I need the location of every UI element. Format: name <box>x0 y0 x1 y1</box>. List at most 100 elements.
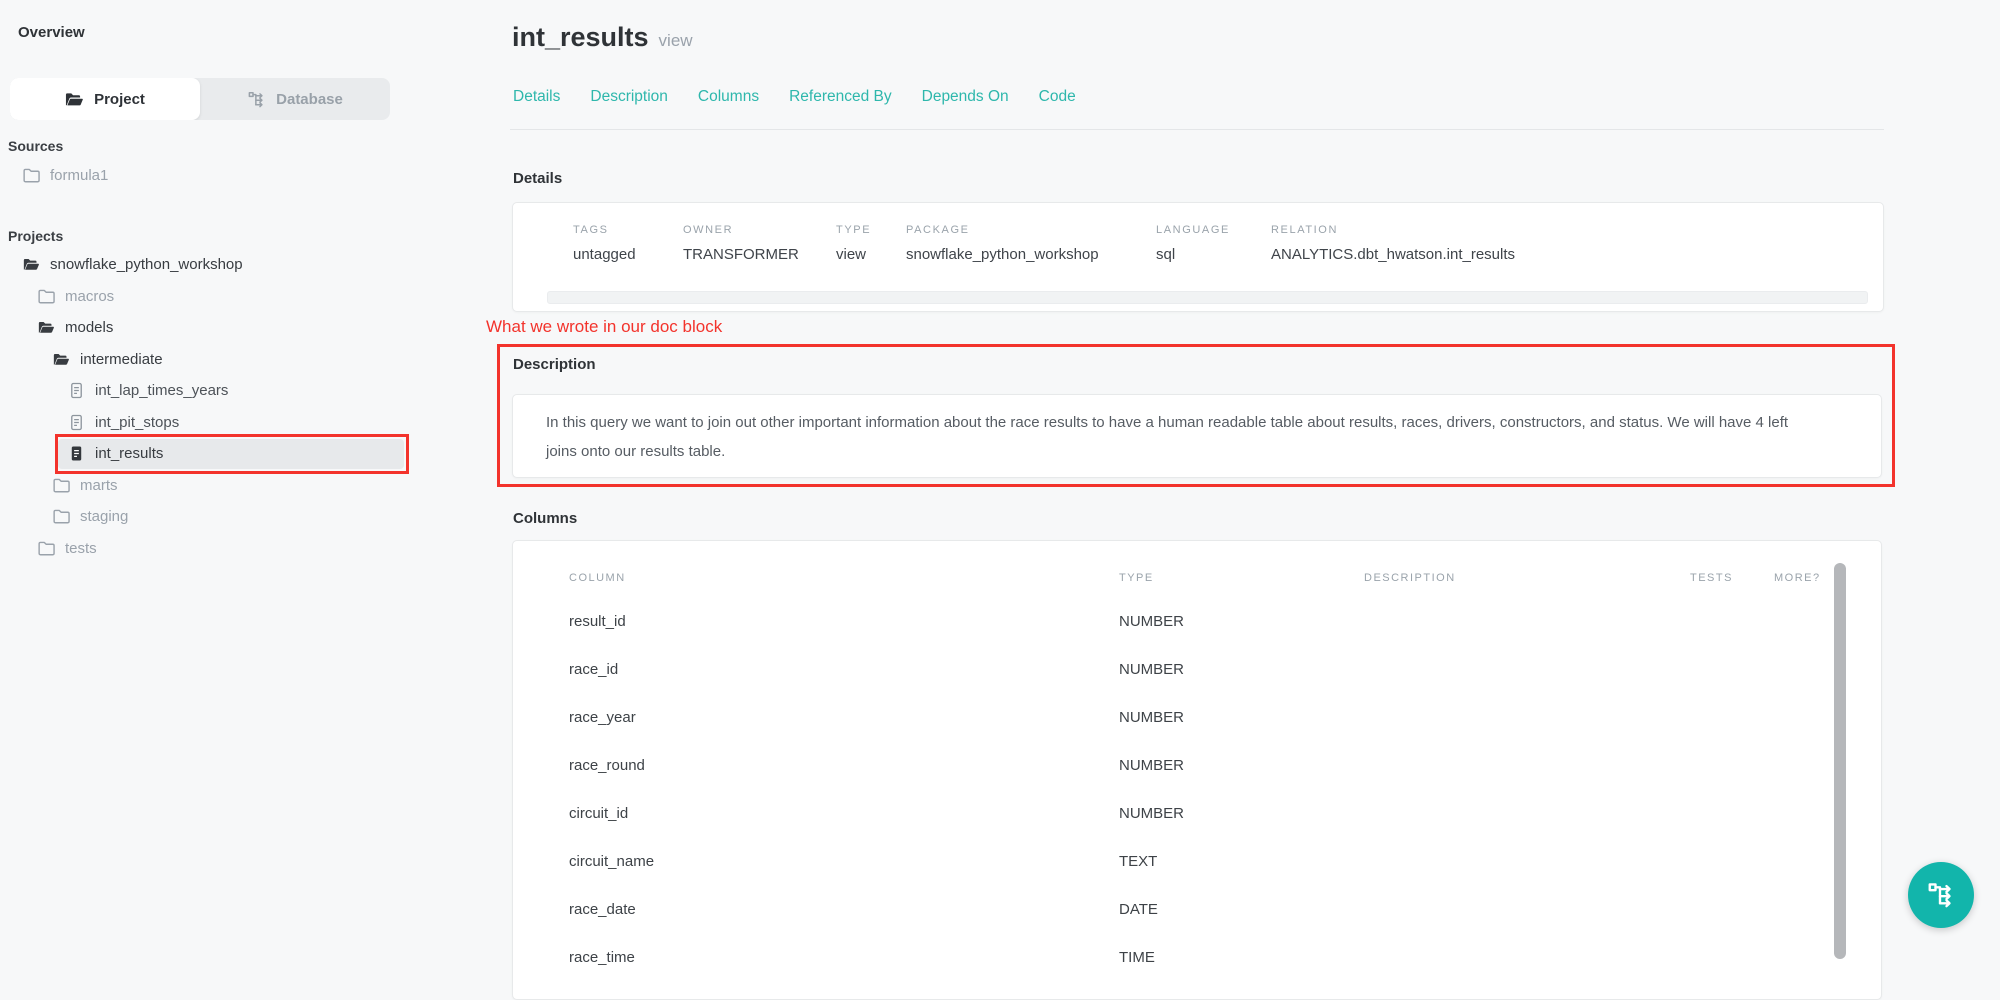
table-row-race_time[interactable]: race_timeTIME <box>569 933 1881 981</box>
tree-item-snowflake_python_workshop[interactable]: snowflake_python_workshop <box>0 249 414 281</box>
details-field-owner: OWNER TRANSFORMER <box>683 224 836 263</box>
tree-item-models[interactable]: models <box>0 312 414 344</box>
cell-name: race_year <box>569 709 1119 726</box>
details-field-language: LANGUAGE sql <box>1156 224 1271 263</box>
description-card: In this query we want to join out other … <box>512 394 1882 478</box>
tree-item-label: staging <box>80 508 128 525</box>
field-label: TYPE <box>836 224 906 236</box>
description-text: In this query we want to join out other … <box>513 395 1881 466</box>
field-label: OWNER <box>683 224 836 236</box>
table-row-race_round[interactable]: race_roundNUMBER <box>569 741 1881 789</box>
cell-type: DATE <box>1119 901 1364 918</box>
file-icon <box>68 382 85 399</box>
tab-details[interactable]: Details <box>513 88 560 106</box>
folder-icon <box>23 167 40 184</box>
cell-type: NUMBER <box>1119 709 1364 726</box>
sources-label: Sources <box>8 138 63 154</box>
description-heading: Description <box>513 356 596 373</box>
table-row-race_id[interactable]: race_idNUMBER <box>569 645 1881 693</box>
folder-open-icon <box>65 90 84 109</box>
tab-description[interactable]: Description <box>590 88 668 106</box>
cell-type: NUMBER <box>1119 613 1364 630</box>
field-value: view <box>836 246 906 263</box>
lineage-icon <box>1926 880 1956 910</box>
tab-columns[interactable]: Columns <box>698 88 759 106</box>
tab-referenced-by[interactable]: Referenced By <box>789 88 892 106</box>
details-fields: TAGSuntaggedOWNER TRANSFORMERTYPE viewPACK… <box>513 203 1883 263</box>
tree-item-marts[interactable]: marts <box>0 470 414 502</box>
tree-item-int_lap_times_years[interactable]: int_lap_times_years <box>0 375 414 407</box>
table-row-race_date[interactable]: race_dateDATE <box>569 885 1881 933</box>
columns-scrollbar-thumb[interactable] <box>1834 563 1846 959</box>
table-row-circuit_id[interactable]: circuit_idNUMBER <box>569 789 1881 837</box>
file-icon <box>68 414 85 431</box>
database-tree-icon <box>247 90 266 109</box>
overview-label: Overview <box>18 24 85 41</box>
cell-name: race_date <box>569 901 1119 918</box>
folder-open-icon <box>23 256 40 273</box>
field-value: TRANSFORMER <box>683 246 836 263</box>
columns-heading: Columns <box>513 510 577 527</box>
tree-item-intermediate[interactable]: intermediate <box>0 344 414 376</box>
field-label: PACKAGE <box>906 224 1156 236</box>
tree-item-label: snowflake_python_workshop <box>50 256 243 273</box>
tree-item-tests[interactable]: tests <box>0 533 414 565</box>
project-toggle-button[interactable]: Project <box>10 78 200 120</box>
folder-icon <box>38 288 55 305</box>
column-header-type: TYPE <box>1119 572 1364 584</box>
lineage-fab-button[interactable] <box>1908 862 1974 928</box>
tree-item-int_pit_stops[interactable]: int_pit_stops <box>0 407 414 439</box>
field-label: LANGUAGE <box>1156 224 1271 236</box>
page-title: int_results view <box>512 22 693 53</box>
tree-item-macros[interactable]: macros <box>0 281 414 313</box>
cell-type: NUMBER <box>1119 805 1364 822</box>
cell-name: circuit_id <box>569 805 1119 822</box>
cell-name: race_time <box>569 949 1119 966</box>
details-field-type: TYPE view <box>836 224 906 263</box>
model-name: int_results <box>512 22 649 53</box>
tree-item-label: int_results <box>95 445 163 462</box>
file-filled-icon <box>68 445 85 462</box>
cell-type: NUMBER <box>1119 757 1364 774</box>
columns-table-body: result_idNUMBERrace_idNUMBERrace_yearNUM… <box>513 597 1881 981</box>
folder-open-icon <box>38 319 55 336</box>
sources-list: formula1 <box>0 160 414 192</box>
tree-item-label: marts <box>80 477 118 494</box>
view-toggle: Project Database <box>10 78 390 120</box>
annotation-text: What we wrote in our doc block <box>486 317 722 337</box>
folder-icon <box>53 477 70 494</box>
folder-icon <box>53 508 70 525</box>
details-field-tags: TAGSuntagged <box>573 224 683 263</box>
column-header-more: MORE? <box>1774 572 1881 584</box>
tree-item-label: models <box>65 319 113 336</box>
details-footer-strip <box>547 291 1868 304</box>
header-divider <box>510 129 1884 130</box>
tab-code[interactable]: Code <box>1039 88 1076 106</box>
tree-item-formula1[interactable]: formula1 <box>0 160 414 192</box>
column-header-tests: TESTS <box>1690 572 1774 584</box>
tree-item-label: tests <box>65 540 97 557</box>
cell-name: result_id <box>569 613 1119 630</box>
model-type-label: view <box>659 31 693 51</box>
table-row-result_id[interactable]: result_idNUMBER <box>569 597 1881 645</box>
database-toggle-button[interactable]: Database <box>200 78 390 120</box>
column-header-column: COLUMN <box>569 572 1119 584</box>
details-heading: Details <box>513 170 562 187</box>
tree-item-label: formula1 <box>50 167 108 184</box>
columns-card: COLUMNTYPEDESCRIPTIONTESTSMORE? result_i… <box>512 540 1882 1000</box>
field-label: TAGS <box>573 224 683 236</box>
table-row-race_year[interactable]: race_yearNUMBER <box>569 693 1881 741</box>
tree-item-label: intermediate <box>80 351 163 368</box>
tab-depends-on[interactable]: Depends On <box>922 88 1009 106</box>
field-value: ANALYTICS.dbt_hwatson.int_results <box>1271 246 1515 263</box>
project-toggle-label: Project <box>94 91 145 108</box>
tab-bar: Details Description Columns Referenced By De… <box>513 88 1076 106</box>
field-value: sql <box>1156 246 1271 263</box>
tree-item-staging[interactable]: staging <box>0 501 414 533</box>
project-tree: snowflake_python_workshopmacros models int… <box>0 249 414 564</box>
folder-icon <box>38 540 55 557</box>
details-field-relation: RELATIONANALYTICS.dbt_hwatson.int_result… <box>1271 224 1515 263</box>
cell-type: TIME <box>1119 949 1364 966</box>
tree-item-int_results[interactable]: int_results <box>0 438 414 470</box>
table-row-circuit_name[interactable]: circuit_nameTEXT <box>569 837 1881 885</box>
